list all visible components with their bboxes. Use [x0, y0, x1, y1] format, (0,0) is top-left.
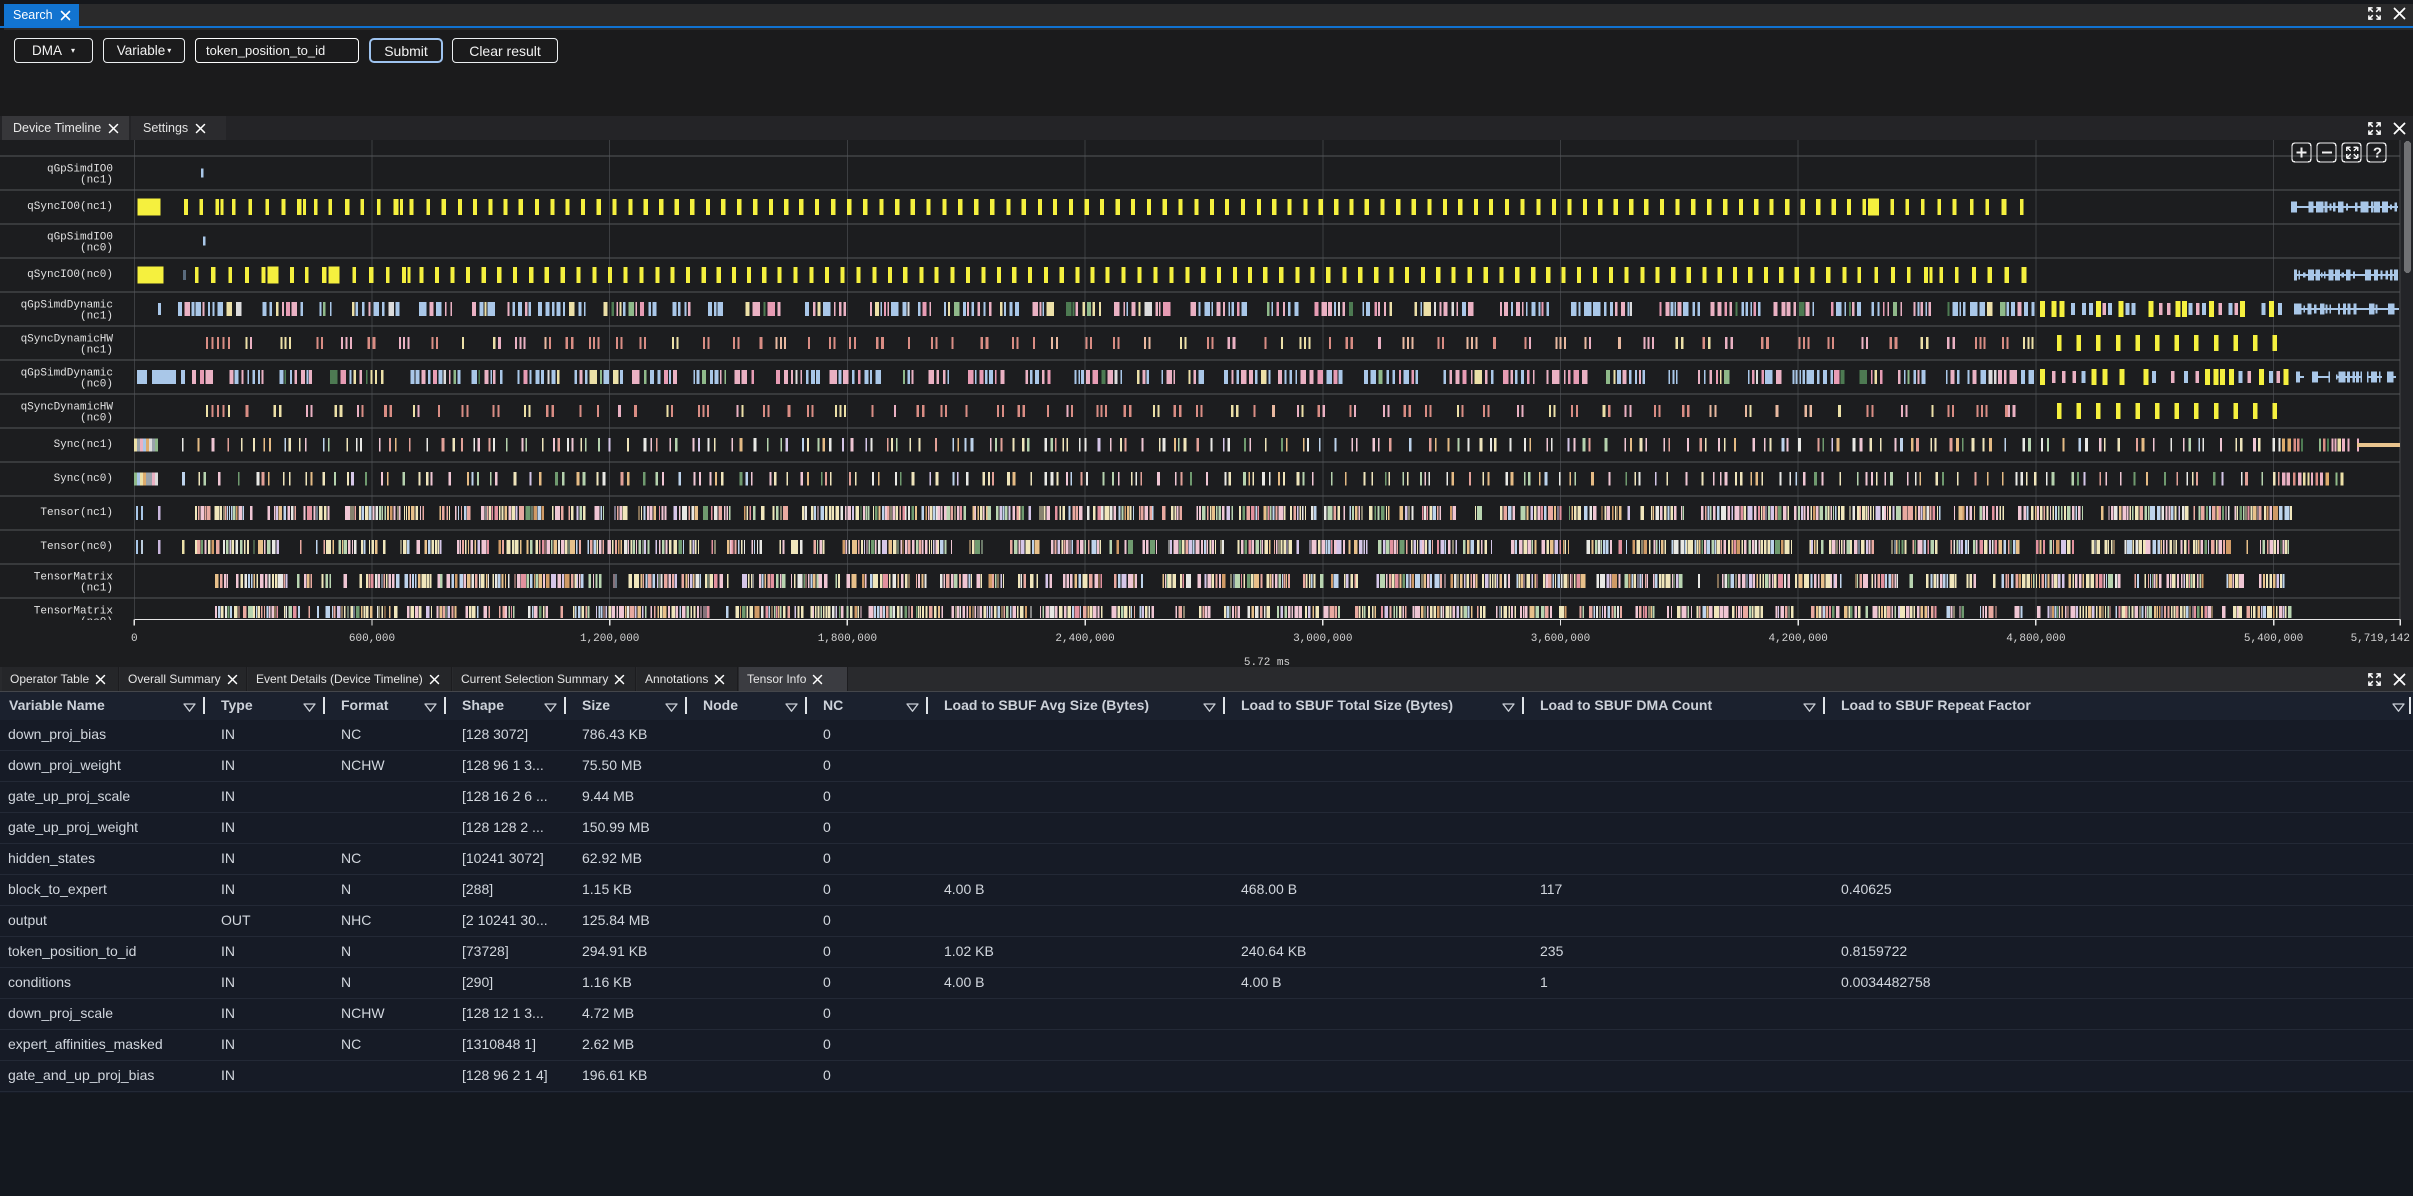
- svg-text:3,000,000: 3,000,000: [1293, 633, 1352, 645]
- svg-text:(nc1): (nc1): [80, 583, 113, 595]
- svg-text:0: 0: [131, 633, 138, 645]
- svg-text:5,400,000: 5,400,000: [2244, 633, 2303, 645]
- svg-text:3,600,000: 3,600,000: [1531, 633, 1590, 645]
- svg-text:(nc1): (nc1): [80, 175, 113, 187]
- svg-text:Tensor(nc1): Tensor(nc1): [40, 507, 113, 519]
- svg-text:4,200,000: 4,200,000: [1768, 633, 1827, 645]
- svg-text:(nc0): (nc0): [80, 413, 113, 425]
- svg-text:1,800,000: 1,800,000: [818, 633, 877, 645]
- svg-text:5,719,142: 5,719,142: [2351, 633, 2410, 645]
- svg-text:(nc1): (nc1): [80, 311, 113, 323]
- svg-text:Sync(nc0): Sync(nc0): [54, 473, 113, 485]
- svg-text:qSyncIO0(nc0): qSyncIO0(nc0): [27, 269, 113, 281]
- svg-text:2,400,000: 2,400,000: [1055, 633, 1114, 645]
- svg-text:(nc1): (nc1): [80, 345, 113, 357]
- svg-text:(nc0): (nc0): [80, 379, 113, 391]
- svg-text:600,000: 600,000: [349, 633, 395, 645]
- svg-text:4,800,000: 4,800,000: [2006, 633, 2065, 645]
- svg-text:Sync(nc1): Sync(nc1): [54, 439, 113, 451]
- svg-text:qSyncIO0(nc1): qSyncIO0(nc1): [27, 201, 113, 213]
- svg-text:?: ?: [2373, 145, 2382, 162]
- svg-text:(nc0): (nc0): [80, 243, 113, 255]
- svg-text:5.72 ms: 5.72 ms: [1244, 657, 1290, 667]
- svg-text:Tensor(nc0): Tensor(nc0): [40, 541, 113, 553]
- svg-text:1,200,000: 1,200,000: [580, 633, 639, 645]
